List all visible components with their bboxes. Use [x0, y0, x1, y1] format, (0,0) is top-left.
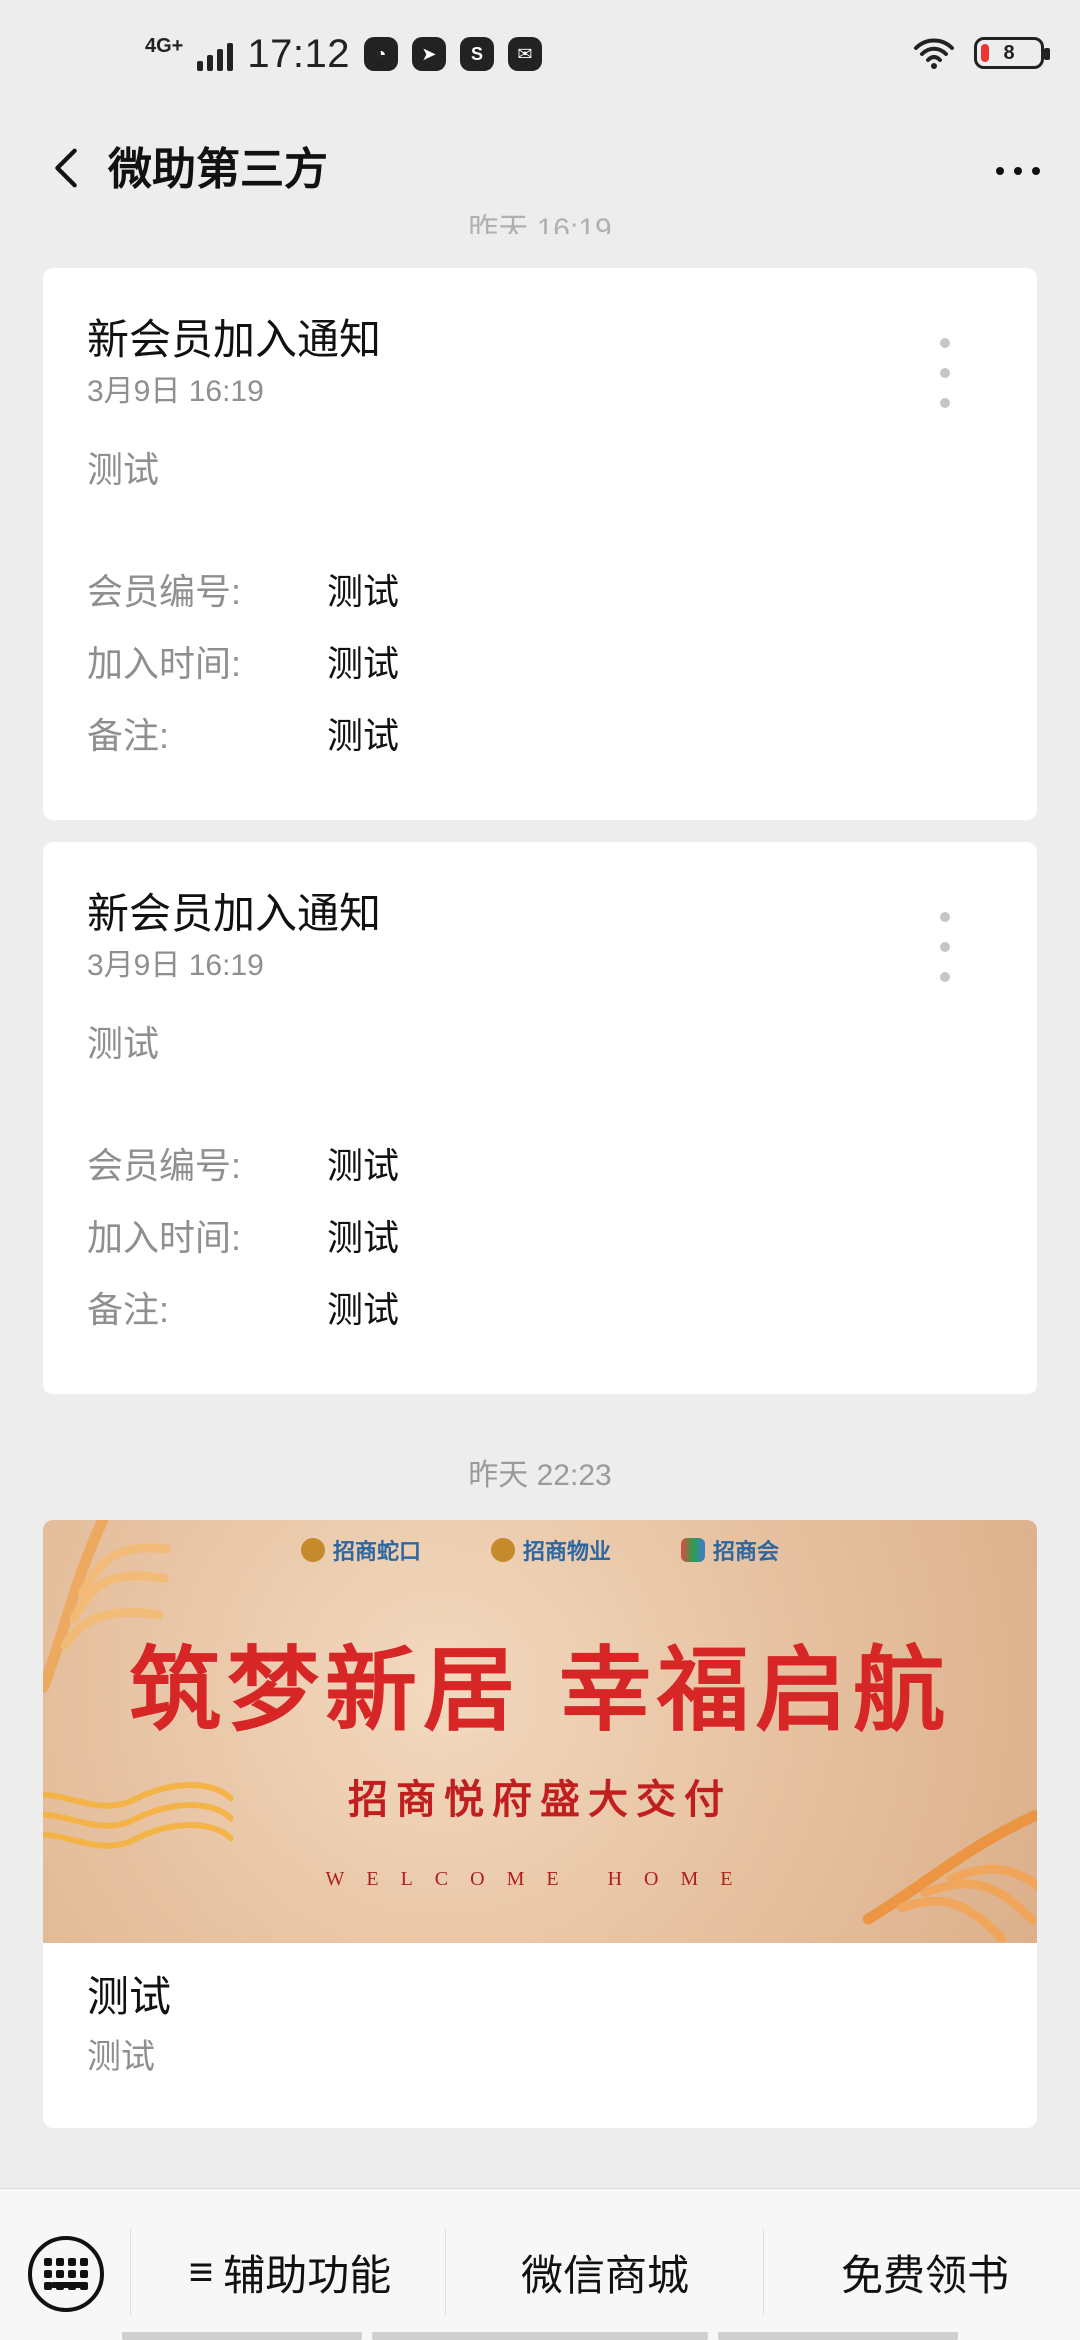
logo-badge-icon [490, 1538, 515, 1562]
bottom-menu: ≡ 辅助功能 微信商城 免费领书 [0, 2188, 1080, 2340]
status-time: 17:12 [247, 32, 350, 76]
menu-item-wechat-mall[interactable]: 微信商城 [450, 2237, 760, 2307]
logo-zhaoshang-shekou: 招商蛇口 [300, 1534, 421, 1566]
network-label: 4G+ [145, 35, 184, 57]
battery-low-indicator [981, 44, 989, 62]
field-label-join-time: 加入时间: [87, 643, 242, 684]
article-description: 测试 [87, 2038, 155, 2076]
logo-badge-icon [300, 1538, 325, 1562]
menu-label: 辅助功能 [223, 2251, 392, 2299]
card-fields: 会员编号: 测试 加入时间: 测试 备注: 测试 [87, 568, 993, 760]
top-nav: 微助第三方 [0, 118, 1080, 228]
message-card-1[interactable]: 新会员加入通知 3月9日 16:19 测试 会员编号: 测试 加入时间: 测试 … [43, 268, 1037, 820]
logo-text: 招商蛇口 [332, 1539, 421, 1564]
menu-prefix-icon: ≡ [188, 2248, 214, 2295]
bird-icon: ◔ [363, 37, 398, 71]
status-left: 4G+ 17:12 ◔ ➤ S ✉ [145, 34, 542, 74]
menu-item-free-book[interactable]: 免费领书 [770, 2237, 1080, 2307]
wifi-icon [912, 36, 956, 70]
keyboard-icon[interactable] [28, 2236, 104, 2312]
field-label-note: 备注: [87, 715, 170, 756]
status-bar: 4G+ 17:12 ◔ ➤ S ✉ 8 [0, 0, 1080, 118]
field-label-member-id: 会员编号: [87, 571, 242, 612]
timestamp: 昨天 22:23 [468, 1459, 612, 1492]
field-value-note: 测试 [327, 715, 400, 756]
menu-separator [130, 2229, 131, 2315]
logo-zhaoshang-property: 招商物业 [490, 1534, 611, 1566]
card-title: 新会员加入通知 [87, 316, 382, 363]
menu-label: 微信商城 [520, 2251, 689, 2299]
field-value-join-time: 测试 [327, 1217, 400, 1258]
menu-label: 免费领书 [840, 2251, 1009, 2299]
menu-item-auxiliary[interactable]: ≡ 辅助功能 [140, 2237, 440, 2307]
logo-zhaoshang-hui: 招商会 [681, 1534, 779, 1566]
article-card[interactable]: 招商蛇口 招商物业 招商会 筑梦新居 幸福启航 招商悦府盛大交付 WELCOME… [43, 1520, 1037, 2128]
article-banner: 招商蛇口 招商物业 招商会 筑梦新居 幸福启航 招商悦府盛大交付 WELCOME… [43, 1520, 1037, 1943]
card-first-line: 测试 [87, 449, 160, 490]
field-value-join-time: 测试 [327, 643, 400, 684]
banner-subheadline: 招商悦府盛大交付 [348, 1778, 732, 1822]
logo-text: 招商会 [713, 1539, 780, 1564]
status-app-icons: ◔ ➤ S ✉ [363, 37, 542, 71]
card-date: 3月9日 16:19 [87, 375, 264, 408]
logo-badge-icon [681, 1538, 705, 1562]
field-value-note: 测试 [327, 1289, 400, 1330]
battery-level: 8 [1003, 41, 1015, 64]
banner-logos: 招商蛇口 招商物业 招商会 [43, 1534, 1037, 1566]
card-more-icon[interactable] [925, 912, 965, 982]
s-app-icon: S [459, 37, 494, 71]
banner-welcome: WELCOME HOME [325, 1868, 755, 1890]
field-value-member-id: 测试 [327, 571, 400, 612]
menu-tabstrip [0, 2330, 1080, 2340]
card-more-icon[interactable] [925, 338, 965, 408]
banner-headline: 筑梦新居 幸福启航 [128, 1636, 952, 1744]
chevron-left-icon[interactable] [38, 140, 94, 196]
status-right: 8 [912, 36, 1050, 70]
field-label-join-time: 加入时间: [87, 1217, 242, 1258]
page-title: 微助第三方 [108, 145, 328, 194]
article-title: 测试 [87, 1973, 172, 2020]
field-label-note: 备注: [87, 1289, 170, 1330]
mail-icon: ✉ [507, 37, 542, 71]
message-card-2[interactable]: 新会员加入通知 3月9日 16:19 测试 会员编号: 测试 加入时间: 测试 … [43, 842, 1037, 1394]
battery-icon: 8 [974, 37, 1050, 69]
card-title: 新会员加入通知 [87, 890, 382, 937]
card-fields: 会员编号: 测试 加入时间: 测试 备注: 测试 [87, 1142, 993, 1334]
field-value-member-id: 测试 [327, 1145, 400, 1186]
logo-text: 招商物业 [522, 1539, 611, 1564]
field-label-member-id: 会员编号: [87, 1145, 242, 1186]
card-date: 3月9日 16:19 [87, 949, 264, 982]
compass-icon: ➤ [411, 37, 446, 71]
menu-separator [763, 2229, 764, 2315]
more-dots-icon[interactable] [980, 136, 1056, 206]
menu-separator [445, 2229, 446, 2315]
signal-icon [197, 37, 234, 71]
card-first-line: 测试 [87, 1023, 160, 1064]
